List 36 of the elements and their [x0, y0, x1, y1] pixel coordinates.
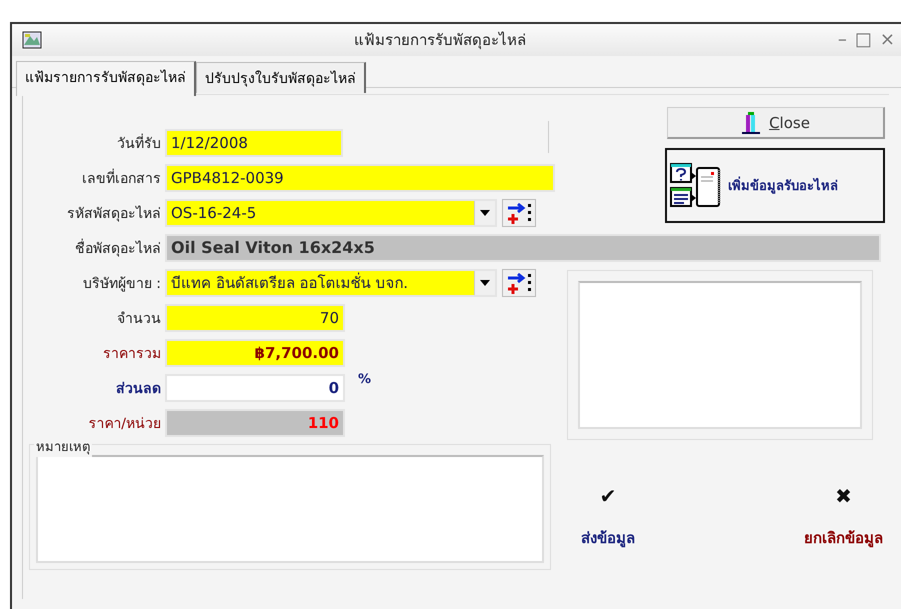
percent-sign: % [358, 372, 372, 387]
cancel-button[interactable]: ✖ ยกเลิกข้อมูล [804, 484, 883, 570]
field-label: ชื่อพัสดุอะไหล่ [74, 238, 161, 258]
caret-icon [480, 280, 490, 286]
add-record-button[interactable] [502, 198, 536, 226]
input-field[interactable]: 70 [165, 304, 345, 332]
field-label: ราคารวม [102, 344, 161, 364]
input-field[interactable]: 1/12/2008 [165, 128, 343, 156]
door-icon [741, 112, 762, 134]
close-button[interactable]: Close [667, 107, 885, 139]
maximize-button[interactable]: □ [854, 30, 872, 50]
tab[interactable]: ปรับปรุงใบรับพัสดุอะไหล่ [196, 62, 366, 93]
submit-button[interactable]: ✔ ส่งข้อมูล [581, 484, 635, 570]
field-label: ส่วนลด [115, 380, 161, 398]
minimize-button[interactable]: – [838, 30, 847, 50]
name-display: Oil Seal Viton 16x24x5 [165, 234, 881, 262]
input-field[interactable]: GPB4812-0039 [165, 164, 555, 192]
input-field[interactable]: 0 [165, 374, 345, 402]
input-field[interactable]: ฿7,700.00 [165, 338, 345, 366]
dropdown[interactable]: OS-16-24-5 [165, 198, 497, 226]
tab[interactable]: แฟ้มรายการรับพัสดุอะไหล่ [16, 61, 196, 96]
window-title: แฟ้มรายการรับพัสดุอะไหล่ [352, 30, 527, 52]
add-record-button[interactable] [502, 268, 536, 296]
field-label: รหัสพัสดุอะไหล่ [66, 204, 161, 224]
field-label: ราคา/หน่วย [87, 414, 161, 434]
remarks-field[interactable] [36, 455, 544, 563]
add-data-button[interactable]: เพิ่มข้อมูลรับอะไหล่ [665, 148, 885, 223]
field-label: บริษัทผู้ขาย : [82, 274, 161, 294]
field-label: วันที่รับ [116, 132, 161, 154]
field-label: เลขที่เอกสาร [81, 168, 161, 188]
close-button[interactable]: × [880, 30, 895, 50]
caret-icon [480, 210, 490, 216]
field-label: จำนวน [116, 310, 161, 328]
dropdown[interactable]: บีแทค อินดัสเตรียล ออโตเมชั่น บจก. [165, 268, 497, 296]
input-field: 110 [165, 408, 345, 436]
app-icon [22, 31, 42, 49]
